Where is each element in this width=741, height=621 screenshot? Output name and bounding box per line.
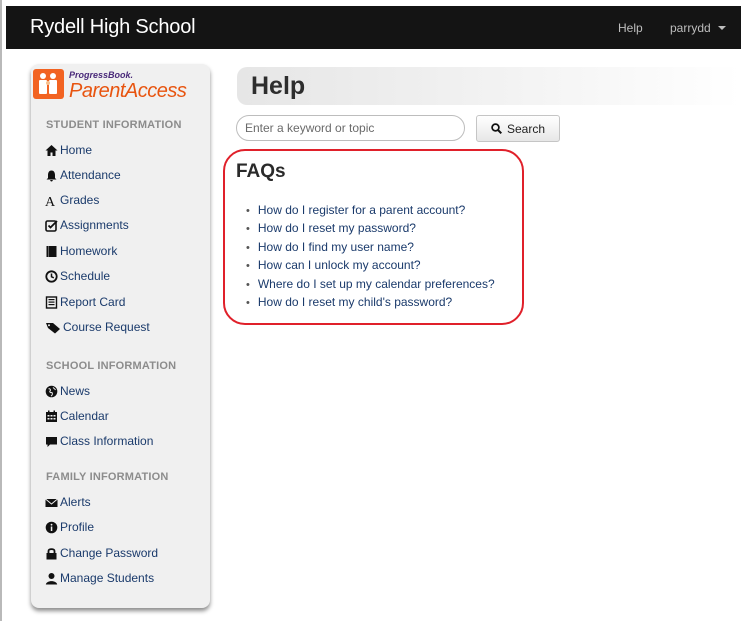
faq-link-child-password[interactable]: How do I reset my child's password? bbox=[258, 295, 452, 309]
faq-link-calendar-preferences[interactable]: Where do I set up my calendar preference… bbox=[258, 277, 495, 291]
search-button[interactable]: Search bbox=[476, 115, 560, 142]
user-name: parrydd bbox=[670, 21, 711, 35]
search-icon bbox=[491, 123, 502, 134]
section-title-family: FAMILY INFORMATION bbox=[46, 471, 169, 483]
sidebar-item-assignments[interactable]: Assignments bbox=[45, 216, 129, 234]
checkbox-edit-icon bbox=[45, 219, 58, 232]
user-menu[interactable]: parrydd bbox=[670, 21, 726, 35]
font-icon: A bbox=[45, 194, 58, 207]
logo-big-text: ParentAccess bbox=[69, 80, 187, 102]
faq-link-register[interactable]: How do I register for a parent account? bbox=[258, 203, 465, 217]
faq-title: FAQs bbox=[236, 161, 286, 182]
bell-icon bbox=[45, 169, 58, 182]
sidebar: ProgressBook. ParentAccess STUDENT INFOR… bbox=[31, 64, 210, 608]
info-icon bbox=[45, 521, 58, 534]
sidebar-item-report-card[interactable]: Report Card bbox=[45, 293, 125, 311]
sidebar-item-course-request[interactable]: Course Request bbox=[45, 318, 150, 336]
sidebar-item-label: Profile bbox=[60, 520, 95, 534]
faq-link-reset-password[interactable]: How do I reset my password? bbox=[258, 221, 416, 235]
list-item: How do I reset my child's password? bbox=[246, 295, 495, 313]
globe-icon bbox=[45, 385, 58, 398]
sidebar-item-change-password[interactable]: Change Password bbox=[45, 544, 158, 562]
envelope-icon bbox=[45, 496, 58, 509]
page-header: Help bbox=[237, 67, 741, 105]
list-item: How do I register for a parent account? bbox=[246, 203, 495, 221]
sidebar-item-label: Home bbox=[60, 143, 93, 157]
sidebar-item-label: Attendance bbox=[60, 168, 121, 182]
sidebar-item-label: Alerts bbox=[60, 495, 91, 509]
sidebar-item-class-information[interactable]: Class Information bbox=[45, 432, 153, 450]
sidebar-item-label: Schedule bbox=[60, 269, 111, 283]
sidebar-item-label: Change Password bbox=[60, 546, 159, 560]
sidebar-item-label: News bbox=[60, 384, 91, 398]
faq-link-find-username[interactable]: How do I find my user name? bbox=[258, 240, 414, 254]
calendar-icon bbox=[45, 410, 58, 423]
list-item: How do I reset my password? bbox=[246, 221, 495, 239]
faq-list: How do I register for a parent account? … bbox=[246, 203, 495, 313]
top-navbar: Rydell High School Help parrydd bbox=[6, 6, 741, 49]
search-input[interactable] bbox=[236, 115, 465, 141]
svg-text:A: A bbox=[45, 195, 56, 207]
help-link[interactable]: Help bbox=[618, 21, 643, 35]
sidebar-item-grades[interactable]: A Grades bbox=[45, 191, 99, 209]
list-item: Where do I set up my calendar preference… bbox=[246, 277, 495, 295]
caret-down-icon bbox=[717, 26, 726, 30]
section-title-school: SCHOOL INFORMATION bbox=[46, 360, 177, 372]
family-logo-icon bbox=[33, 69, 64, 99]
list-item: How do I find my user name? bbox=[246, 240, 495, 258]
lock-icon bbox=[45, 547, 58, 560]
list-item: How can I unlock my account? bbox=[246, 258, 495, 276]
sidebar-item-label: Assignments bbox=[60, 218, 129, 232]
clock-icon bbox=[45, 269, 58, 283]
sidebar-item-label: Report Card bbox=[60, 295, 126, 309]
sidebar-item-manage-students[interactable]: Manage Students bbox=[45, 569, 154, 587]
sidebar-item-profile[interactable]: Profile bbox=[45, 518, 94, 536]
report-icon bbox=[45, 295, 58, 309]
faq-link-unlock-account[interactable]: How can I unlock my account? bbox=[258, 258, 421, 272]
sidebar-item-label: Homework bbox=[60, 244, 118, 258]
sidebar-item-label: Calendar bbox=[60, 409, 109, 423]
sidebar-item-attendance[interactable]: Attendance bbox=[45, 166, 121, 184]
sidebar-item-alerts[interactable]: Alerts bbox=[45, 493, 91, 511]
comment-icon bbox=[45, 435, 58, 448]
search-button-label: Search bbox=[506, 121, 546, 136]
sidebar-item-label: Manage Students bbox=[60, 571, 155, 585]
sidebar-item-calendar[interactable]: Calendar bbox=[45, 407, 109, 425]
sidebar-item-schedule[interactable]: Schedule bbox=[45, 267, 110, 285]
sidebar-item-label: Grades bbox=[60, 193, 100, 207]
sidebar-item-label: Class Information bbox=[60, 434, 154, 448]
sidebar-item-home[interactable]: Home bbox=[45, 141, 92, 159]
sidebar-item-homework[interactable]: Homework bbox=[45, 242, 117, 260]
parentaccess-logo[interactable]: ProgressBook. ParentAccess bbox=[31, 66, 210, 106]
tag-icon bbox=[45, 321, 61, 334]
page-title: Help bbox=[251, 72, 306, 100]
section-title-student: STUDENT INFORMATION bbox=[46, 119, 182, 131]
logo-small-text: ProgressBook. bbox=[69, 70, 134, 80]
school-name: Rydell High School bbox=[30, 16, 196, 38]
user-icon bbox=[45, 572, 58, 585]
home-icon bbox=[45, 144, 58, 157]
sidebar-item-label: Course Request bbox=[63, 320, 150, 334]
book-icon bbox=[45, 245, 58, 258]
sidebar-item-news[interactable]: News bbox=[45, 382, 90, 400]
